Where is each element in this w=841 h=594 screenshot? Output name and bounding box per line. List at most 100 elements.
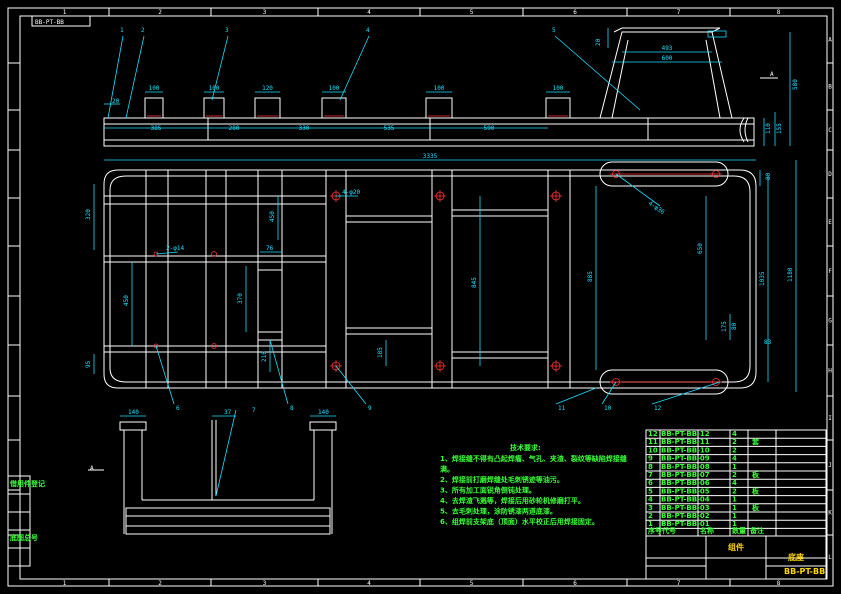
bom-cell: 8: [648, 463, 653, 471]
dim-label: 20: [595, 38, 602, 46]
dim-label: 450: [269, 211, 276, 222]
mount-pad: [203, 97, 225, 119]
hole-label: 4-φ20: [342, 189, 360, 196]
bom-cell: 2: [648, 512, 653, 520]
dim-label: 330: [299, 125, 310, 132]
dim-label: 590: [484, 125, 495, 132]
left-block-label: 底图总号: [10, 533, 38, 542]
leader-line: [269, 339, 289, 405]
column-label: 2: [158, 9, 162, 16]
title-block-name: 组件: [728, 542, 744, 552]
dim-label: 20: [112, 98, 120, 105]
column-label: 1: [63, 580, 67, 587]
row-label: B: [828, 84, 832, 91]
dim-label: 1180: [787, 267, 794, 282]
leader-line: [554, 35, 641, 111]
column-label: 7: [677, 580, 681, 587]
column-label: 5: [470, 9, 474, 16]
bom-head: 代号: [661, 526, 676, 535]
dim-label: 100: [553, 85, 564, 92]
dim-label: 140: [128, 409, 139, 416]
title-block-material: 底座: [787, 552, 804, 562]
bom-cell: 6: [648, 479, 653, 487]
leader-line: [601, 381, 617, 405]
dim-label: 320: [85, 209, 92, 220]
balloon-label: 1: [120, 27, 124, 34]
dim-label: 185: [377, 347, 384, 358]
leader-line: [125, 35, 145, 119]
bom-cell: 10: [648, 446, 658, 454]
leader-line: [215, 409, 237, 497]
column-label: 8: [777, 580, 781, 587]
note-line: 5、去毛刺处理，涂防锈漆两道底漆。: [440, 507, 557, 516]
row-label: D: [828, 171, 832, 178]
bom-cell: 1: [732, 496, 737, 504]
row-label: G: [828, 318, 832, 325]
bom-cell: 4: [732, 430, 737, 438]
beam-elevation: [103, 117, 755, 147]
bom-cell: BB-PT-BB-02: [661, 512, 710, 520]
bom-cell: 3: [648, 504, 653, 512]
hole-label: 4-φ36: [647, 200, 666, 216]
bom-cell: 4: [732, 479, 737, 487]
leader-line: [107, 35, 124, 119]
bracket-curve: [744, 117, 749, 143]
base-outline: [103, 169, 757, 389]
dim-label: 100: [434, 85, 445, 92]
bom-cell: 4: [648, 496, 653, 504]
leader-line: [335, 365, 367, 405]
bom-cell: BB-PT-BB-10: [661, 446, 710, 454]
bom-head: 备注: [749, 526, 764, 535]
bom-cell: BB-PT-BB-08: [661, 463, 710, 471]
notes-title: 技术要求:: [510, 443, 541, 452]
cross-member: [431, 169, 453, 389]
cross-member: [325, 169, 347, 389]
dim-label: 76: [266, 245, 274, 252]
dim-label: 100: [329, 85, 340, 92]
leader-line: [339, 35, 370, 101]
leader-line: [211, 35, 229, 101]
balloon-label: 2: [141, 27, 145, 34]
clip-plate: [257, 331, 283, 341]
dim-label: 3335: [423, 153, 438, 160]
balloon-label: 12: [654, 405, 662, 412]
left-block-label: 借用件登记: [9, 479, 45, 488]
dim-label: 120: [262, 85, 273, 92]
drawing-canvas: 1122334455667788ABCDEFGHIJKLBB-PT-BB100 1…: [7, 7, 834, 587]
bom-cell: 板: [752, 486, 760, 495]
dim-label: 580: [792, 79, 799, 90]
title-block-code: BB-PT-BB: [784, 567, 825, 576]
mount-pad: [545, 97, 571, 119]
balloon-label: 10: [604, 405, 612, 412]
bom-head: 序号: [647, 526, 662, 535]
row-label: K: [828, 510, 832, 517]
bom-cell: 11: [648, 438, 658, 446]
dim-label: 80: [765, 172, 772, 180]
bom-cell: 板: [752, 470, 760, 479]
dim-label: 385: [151, 125, 162, 132]
column-label: 8: [777, 9, 781, 16]
bom-cell: BB-PT-BB-12: [661, 430, 710, 438]
bom-cell: BB-PT-BB-11: [661, 438, 710, 446]
dim-label: 535: [384, 125, 395, 132]
section-cap: [309, 421, 337, 431]
section-base: [125, 507, 331, 535]
leader-line: [651, 381, 721, 405]
column-label: 6: [573, 9, 577, 16]
bom-cell: BB-PT-BB-09: [661, 455, 710, 463]
bom-cell: 2: [732, 471, 737, 479]
column-label: 3: [263, 9, 267, 16]
column-label: 3: [263, 580, 267, 587]
balloon-label: 5: [552, 27, 556, 34]
dim-label: 100: [149, 85, 160, 92]
bom-cell: BB-PT-BB-04: [661, 496, 710, 504]
bom-head: 名称: [700, 526, 714, 535]
dim-label: 1035: [759, 271, 766, 286]
title-tag: BB-PT-BB: [35, 19, 64, 26]
mount-pad: [321, 97, 347, 119]
section-marker: A: [90, 465, 94, 472]
view-arrow-label: A: [770, 71, 774, 78]
leader-line: [555, 387, 597, 405]
hole-label: 2-φ14: [166, 245, 184, 252]
bom-cell: BB-PT-BB-05: [661, 487, 710, 495]
